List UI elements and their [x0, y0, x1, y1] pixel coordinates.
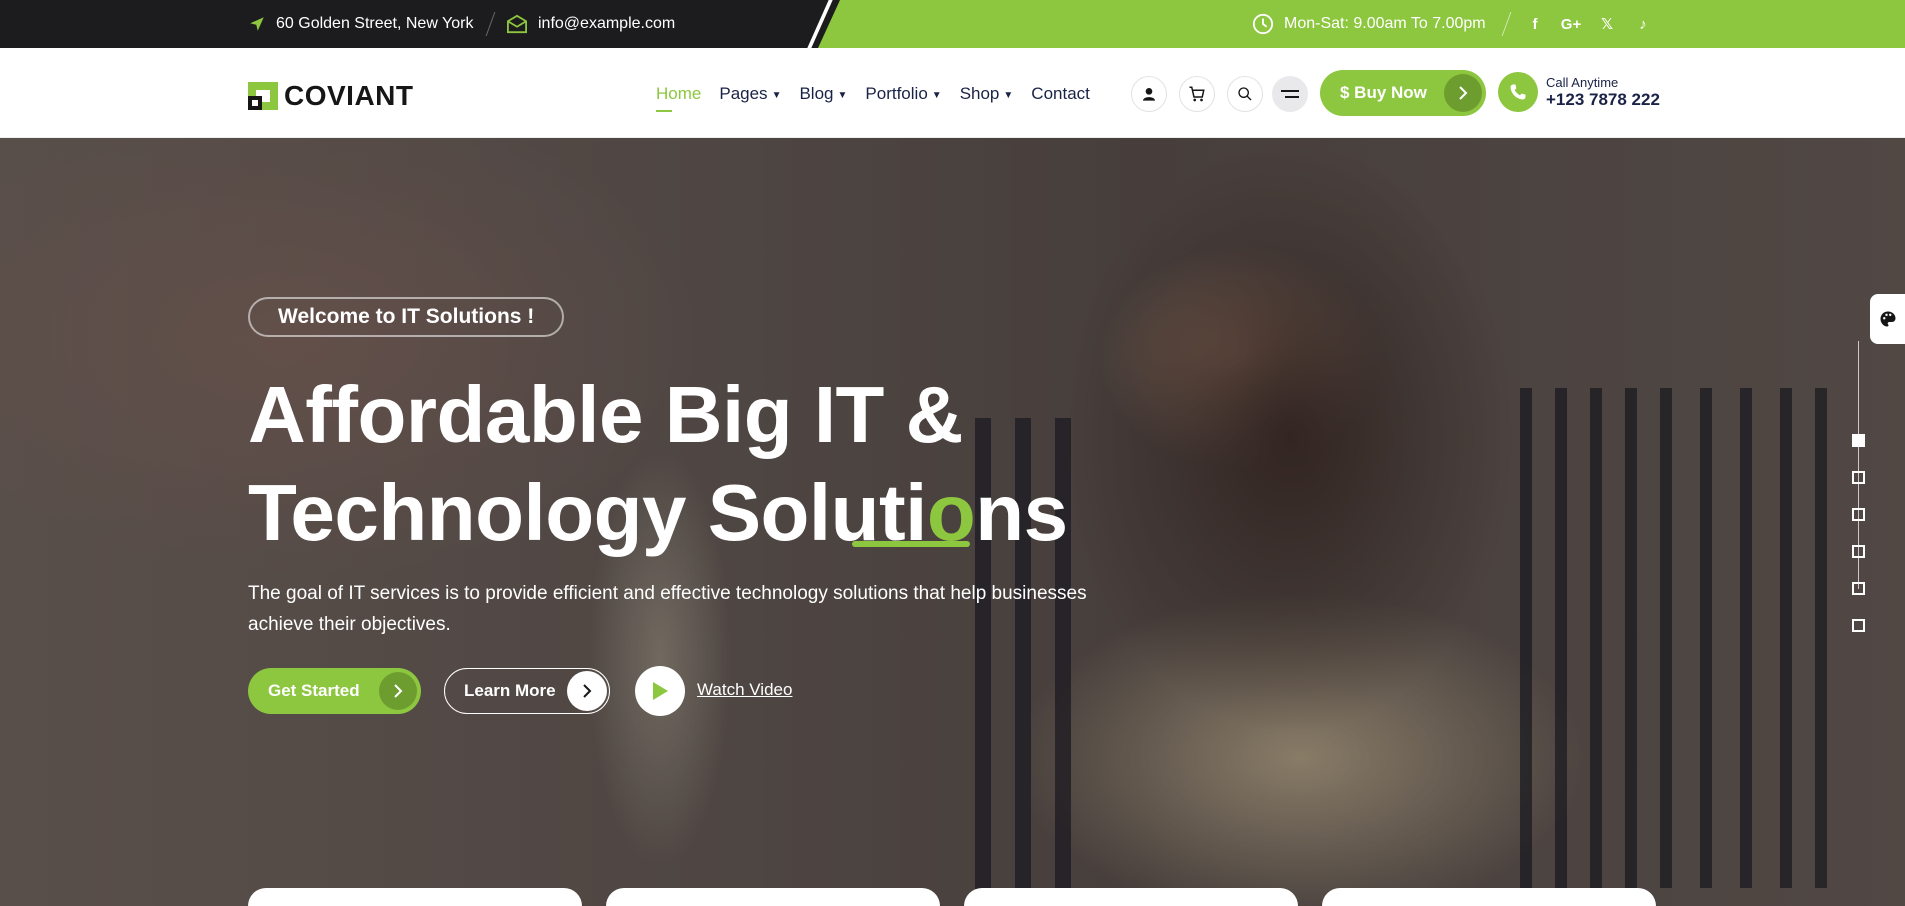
email-item[interactable]: info@example.com [506, 0, 675, 48]
facebook-icon[interactable]: f [1517, 16, 1553, 33]
top-bar: 60 Golden Street, New York info@example.… [0, 0, 1905, 48]
palette-icon [1880, 311, 1896, 327]
tiktok-icon[interactable]: ♪ [1625, 16, 1661, 33]
address-text: 60 Golden Street, New York [276, 15, 474, 32]
slider-dot-1[interactable] [1852, 434, 1865, 447]
nav-item-contact[interactable]: Contact [1031, 84, 1090, 104]
cart-icon [1189, 86, 1205, 102]
x-twitter-icon[interactable]: 𝕏 [1589, 15, 1625, 33]
slider-dot-4[interactable] [1852, 545, 1865, 558]
nav-label: Shop [959, 84, 1000, 103]
hero-headline: Affordable Big IT & Technology Solutions [248, 366, 1068, 562]
get-started-label: Get Started [268, 681, 360, 700]
chevron-right-icon [379, 672, 417, 710]
nav-item-shop[interactable]: Shop ▼ [960, 84, 1014, 104]
call-number[interactable]: +123 7878 222 [1546, 90, 1660, 110]
feature-card [1322, 888, 1656, 906]
headline-text: ns [975, 468, 1068, 557]
chevron-right-icon [1444, 74, 1482, 112]
clock-icon [1252, 13, 1274, 35]
slider-dot-5[interactable] [1852, 582, 1865, 595]
slider-dot-6[interactable] [1852, 619, 1865, 632]
location-arrow-icon [250, 17, 264, 31]
hours-item: Mon-Sat: 9.00am To 7.00pm [1252, 0, 1486, 48]
palette-button[interactable] [1870, 294, 1905, 344]
headline-line-1: Affordable Big IT & [248, 370, 963, 459]
nav-label: Contact [1031, 84, 1090, 103]
main-nav: Home Pages ▼ Blog ▼ Portfolio ▼ Shop ▼ Conta… [656, 84, 1090, 112]
buy-now-label: $ Buy Now [1340, 83, 1427, 102]
learn-more-label: Learn More [464, 681, 556, 700]
google-plus-icon[interactable]: G+ [1553, 16, 1589, 33]
play-video-button[interactable] [635, 666, 685, 716]
chevron-down-icon: ▼ [931, 89, 942, 101]
user-icon [1143, 88, 1155, 101]
call-text: Call Anytime +123 7878 222 [1546, 75, 1660, 110]
cart-button[interactable] [1179, 76, 1215, 112]
nav-label: Pages [719, 84, 768, 103]
headline-underline [852, 541, 970, 547]
buy-now-button[interactable]: $ Buy Now [1320, 70, 1486, 116]
get-started-button[interactable]: Get Started [248, 668, 421, 714]
email-link[interactable]: info@example.com [538, 15, 675, 33]
watch-video-link[interactable]: Watch Video [697, 680, 792, 700]
logo[interactable]: COVIANT [248, 80, 414, 112]
account-button[interactable] [1131, 76, 1167, 112]
nav-label: Home [656, 84, 702, 103]
nav-label: Blog [799, 84, 834, 103]
top-bar-separator [1501, 12, 1512, 36]
search-button[interactable] [1227, 76, 1263, 112]
nav-label: Portfolio [865, 84, 928, 103]
phone-icon [1498, 72, 1538, 112]
chevron-down-icon: ▼ [1003, 89, 1014, 101]
chevron-right-icon [567, 671, 607, 711]
play-icon [653, 682, 668, 700]
learn-more-button[interactable]: Learn More [444, 668, 610, 714]
headline-line-2: Technology Solutions [248, 464, 1068, 562]
call-caption: Call Anytime [1546, 74, 1619, 90]
hamburger-icon [1281, 90, 1299, 98]
feature-card [964, 888, 1298, 906]
envelope-icon [507, 14, 527, 34]
social-links: f G+ 𝕏 ♪ [1517, 0, 1661, 48]
headline-text: Technology Soluti [248, 468, 927, 557]
chevron-down-icon: ▼ [771, 89, 782, 101]
nav-item-blog[interactable]: Blog ▼ [799, 84, 847, 104]
welcome-badge: Welcome to IT Solutions ! [248, 297, 565, 337]
feature-card [606, 888, 940, 906]
feature-card [248, 888, 582, 906]
search-icon [1238, 87, 1252, 101]
slider-dot-2[interactable] [1852, 471, 1865, 484]
hours-text: Mon-Sat: 9.00am To 7.00pm [1284, 15, 1486, 32]
call-anytime[interactable]: Call Anytime +123 7878 222 [1498, 72, 1660, 112]
hero-subtext: The goal of IT services is to provide ef… [248, 583, 1087, 635]
nav-item-home[interactable]: Home [656, 84, 702, 112]
logo-mark-icon [248, 82, 278, 110]
logo-text: COVIANT [284, 80, 414, 111]
hero-section: Welcome to IT Solutions ! Affordable Big… [0, 138, 1905, 906]
address-item: 60 Golden Street, New York [248, 0, 473, 48]
main-header: COVIANT Home Pages ▼ Blog ▼ Portfolio ▼ Sho… [0, 48, 1905, 138]
slider-dot-3[interactable] [1852, 508, 1865, 521]
chevron-down-icon: ▼ [837, 89, 848, 101]
nav-item-portfolio[interactable]: Portfolio ▼ [865, 84, 941, 104]
menu-toggle-button[interactable] [1272, 76, 1308, 112]
nav-item-pages[interactable]: Pages ▼ [719, 84, 781, 104]
